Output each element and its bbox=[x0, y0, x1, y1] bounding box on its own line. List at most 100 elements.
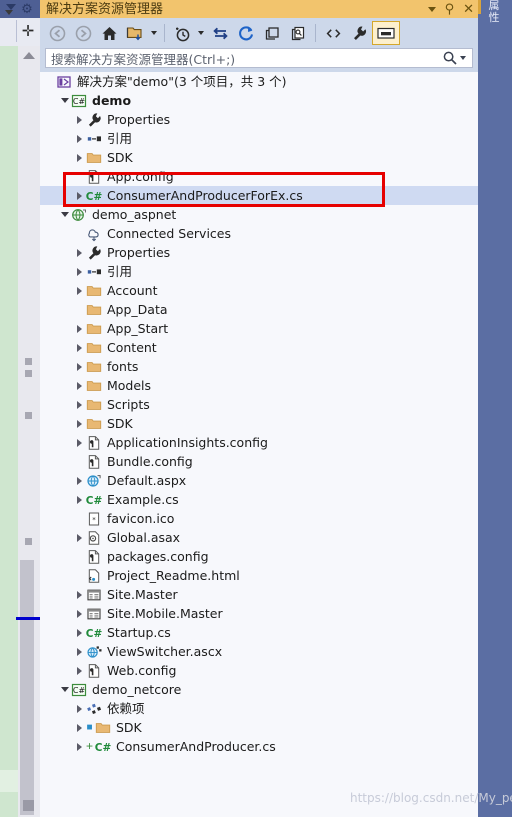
master-page-icon bbox=[85, 604, 103, 623]
split-view-icon[interactable]: ✛ bbox=[19, 22, 37, 42]
collapse-arrow-icon[interactable] bbox=[74, 281, 85, 300]
tree-row-label: demo_aspnet bbox=[92, 207, 177, 222]
svg-text:C#: C# bbox=[73, 97, 86, 106]
properties-button[interactable] bbox=[346, 21, 372, 45]
pending-changes-filter-button[interactable] bbox=[122, 21, 148, 45]
scroll-down-arrow-icon[interactable] bbox=[23, 800, 34, 811]
solution-tree[interactable]: 解决方案"demo"(3 个项目，共 3 个) C# demo Properties 引… bbox=[40, 72, 478, 817]
expand-arrow-icon[interactable] bbox=[59, 205, 70, 224]
tree-row[interactable]: fonts bbox=[40, 357, 478, 376]
collapse-arrow-icon[interactable] bbox=[74, 414, 85, 433]
tree-row[interactable]: Site.Mobile.Master bbox=[40, 604, 478, 623]
tree-row[interactable]: Default.aspx bbox=[40, 471, 478, 490]
tree-row[interactable]: * favicon.ico bbox=[40, 509, 478, 528]
pending-changes-dropdown[interactable] bbox=[148, 21, 160, 45]
auto-hide-pin-icon[interactable]: ⚲ bbox=[445, 0, 455, 18]
tree-row[interactable]: Content bbox=[40, 338, 478, 357]
tree-row[interactable]: SDK bbox=[40, 414, 478, 433]
tree-row[interactable]: C# demo_netcore bbox=[40, 680, 478, 699]
collapse-arrow-icon[interactable] bbox=[74, 262, 85, 281]
home-button[interactable] bbox=[96, 21, 122, 45]
collapse-arrow-icon[interactable] bbox=[74, 737, 85, 756]
tree-row[interactable]: Bundle.config bbox=[40, 452, 478, 471]
collapse-arrow-icon[interactable] bbox=[74, 186, 85, 205]
refresh-button[interactable] bbox=[233, 21, 259, 45]
tree-row[interactable]: C# Startup.cs bbox=[40, 623, 478, 642]
magnifier-icon[interactable] bbox=[442, 50, 458, 66]
editor-scrollbar-thumb[interactable] bbox=[20, 560, 34, 815]
collapse-arrow-icon[interactable] bbox=[74, 490, 85, 509]
tree-row[interactable]: 依赖项 bbox=[40, 699, 478, 718]
preview-selected-items-button[interactable] bbox=[372, 21, 400, 45]
collapse-arrow-icon[interactable] bbox=[74, 699, 85, 718]
tree-row[interactable]: ViewSwitcher.ascx bbox=[40, 642, 478, 661]
show-all-files-button[interactable] bbox=[285, 21, 311, 45]
tree-row[interactable]: Account bbox=[40, 281, 478, 300]
collapse-arrow-icon[interactable] bbox=[74, 718, 85, 737]
collapse-arrow-icon[interactable] bbox=[74, 604, 85, 623]
titlebar-buttons: ⚲ ✕ bbox=[427, 0, 474, 18]
expand-arrow-icon[interactable] bbox=[59, 680, 70, 699]
close-icon[interactable]: ✕ bbox=[463, 0, 474, 18]
folder-icon bbox=[85, 414, 103, 433]
show-history-button[interactable] bbox=[169, 21, 195, 45]
collapse-arrow-icon[interactable] bbox=[74, 528, 85, 547]
chevron-down-icon[interactable] bbox=[5, 10, 13, 15]
search-box[interactable]: 搜索解决方案资源管理器(Ctrl+;) bbox=[45, 48, 473, 68]
twisty-placeholder bbox=[74, 167, 85, 186]
tree-row[interactable]: C# Example.cs bbox=[40, 490, 478, 509]
collapse-all-button[interactable] bbox=[259, 21, 285, 45]
collapse-arrow-icon[interactable] bbox=[74, 243, 85, 262]
tree-row[interactable]: Models bbox=[40, 376, 478, 395]
tree-row[interactable]: App.config bbox=[40, 167, 478, 186]
collapse-arrow-icon[interactable] bbox=[74, 395, 85, 414]
tree-row[interactable]: 解决方案"demo"(3 个项目，共 3 个) bbox=[40, 72, 478, 91]
tree-row[interactable]: + C# ConsumerAndProducer.cs bbox=[40, 737, 478, 756]
back-button[interactable] bbox=[44, 21, 70, 45]
tree-row[interactable]: ApplicationInsights.config bbox=[40, 433, 478, 452]
tree-row[interactable]: demo_aspnet bbox=[40, 205, 478, 224]
expand-arrow-icon[interactable] bbox=[59, 91, 70, 110]
tree-row[interactable]: 引用 bbox=[40, 129, 478, 148]
collapse-arrow-icon[interactable] bbox=[74, 661, 85, 680]
tree-row[interactable]: C# demo bbox=[40, 91, 478, 110]
collapse-arrow-icon[interactable] bbox=[74, 623, 85, 642]
collapse-arrow-icon[interactable] bbox=[74, 357, 85, 376]
tree-row[interactable]: Project_Readme.html bbox=[40, 566, 478, 585]
collapse-arrow-icon[interactable] bbox=[74, 129, 85, 148]
tree-row[interactable]: App_Data bbox=[40, 300, 478, 319]
tree-row[interactable]: ■ SDK bbox=[40, 718, 478, 737]
chevron-down-icon[interactable] bbox=[460, 56, 466, 60]
sync-button[interactable] bbox=[207, 21, 233, 45]
window-menu-button[interactable] bbox=[427, 6, 436, 12]
collapse-arrow-icon[interactable] bbox=[74, 148, 85, 167]
tree-row[interactable]: Global.asax bbox=[40, 528, 478, 547]
show-history-dropdown[interactable] bbox=[195, 21, 207, 45]
forward-button[interactable] bbox=[70, 21, 96, 45]
collapse-arrow-icon[interactable] bbox=[74, 471, 85, 490]
tree-row[interactable]: Scripts bbox=[40, 395, 478, 414]
collapse-arrow-icon[interactable] bbox=[74, 110, 85, 129]
collapse-arrow-icon[interactable] bbox=[74, 376, 85, 395]
tree-row[interactable]: Connected Services bbox=[40, 224, 478, 243]
tree-row[interactable]: Properties bbox=[40, 110, 478, 129]
tree-row-selected[interactable]: C# ConsumerAndProducerForEx.cs bbox=[40, 186, 478, 205]
collapse-arrow-icon[interactable] bbox=[74, 338, 85, 357]
dock-tab-properties[interactable]: 属性 bbox=[484, 0, 504, 36]
tree-row[interactable]: SDK bbox=[40, 148, 478, 167]
scroll-up-arrow-icon[interactable] bbox=[23, 52, 35, 59]
tree-row[interactable]: Site.Master bbox=[40, 585, 478, 604]
tree-row[interactable]: Properties bbox=[40, 243, 478, 262]
tree-row[interactable]: 引用 bbox=[40, 262, 478, 281]
collapse-arrow-icon[interactable] bbox=[74, 642, 85, 661]
tree-row-label: Models bbox=[107, 378, 152, 393]
collapse-arrow-icon[interactable] bbox=[74, 585, 85, 604]
collapse-arrow-icon[interactable] bbox=[74, 319, 85, 338]
tree-row[interactable]: Web.config bbox=[40, 661, 478, 680]
view-code-button[interactable] bbox=[320, 21, 346, 45]
tree-row[interactable]: packages.config bbox=[40, 547, 478, 566]
gear-icon[interactable]: ⚙ bbox=[20, 2, 34, 16]
collapse-arrow-icon[interactable] bbox=[74, 433, 85, 452]
search-input-placeholder[interactable]: 搜索解决方案资源管理器(Ctrl+;) bbox=[46, 49, 442, 68]
tree-row[interactable]: App_Start bbox=[40, 319, 478, 338]
